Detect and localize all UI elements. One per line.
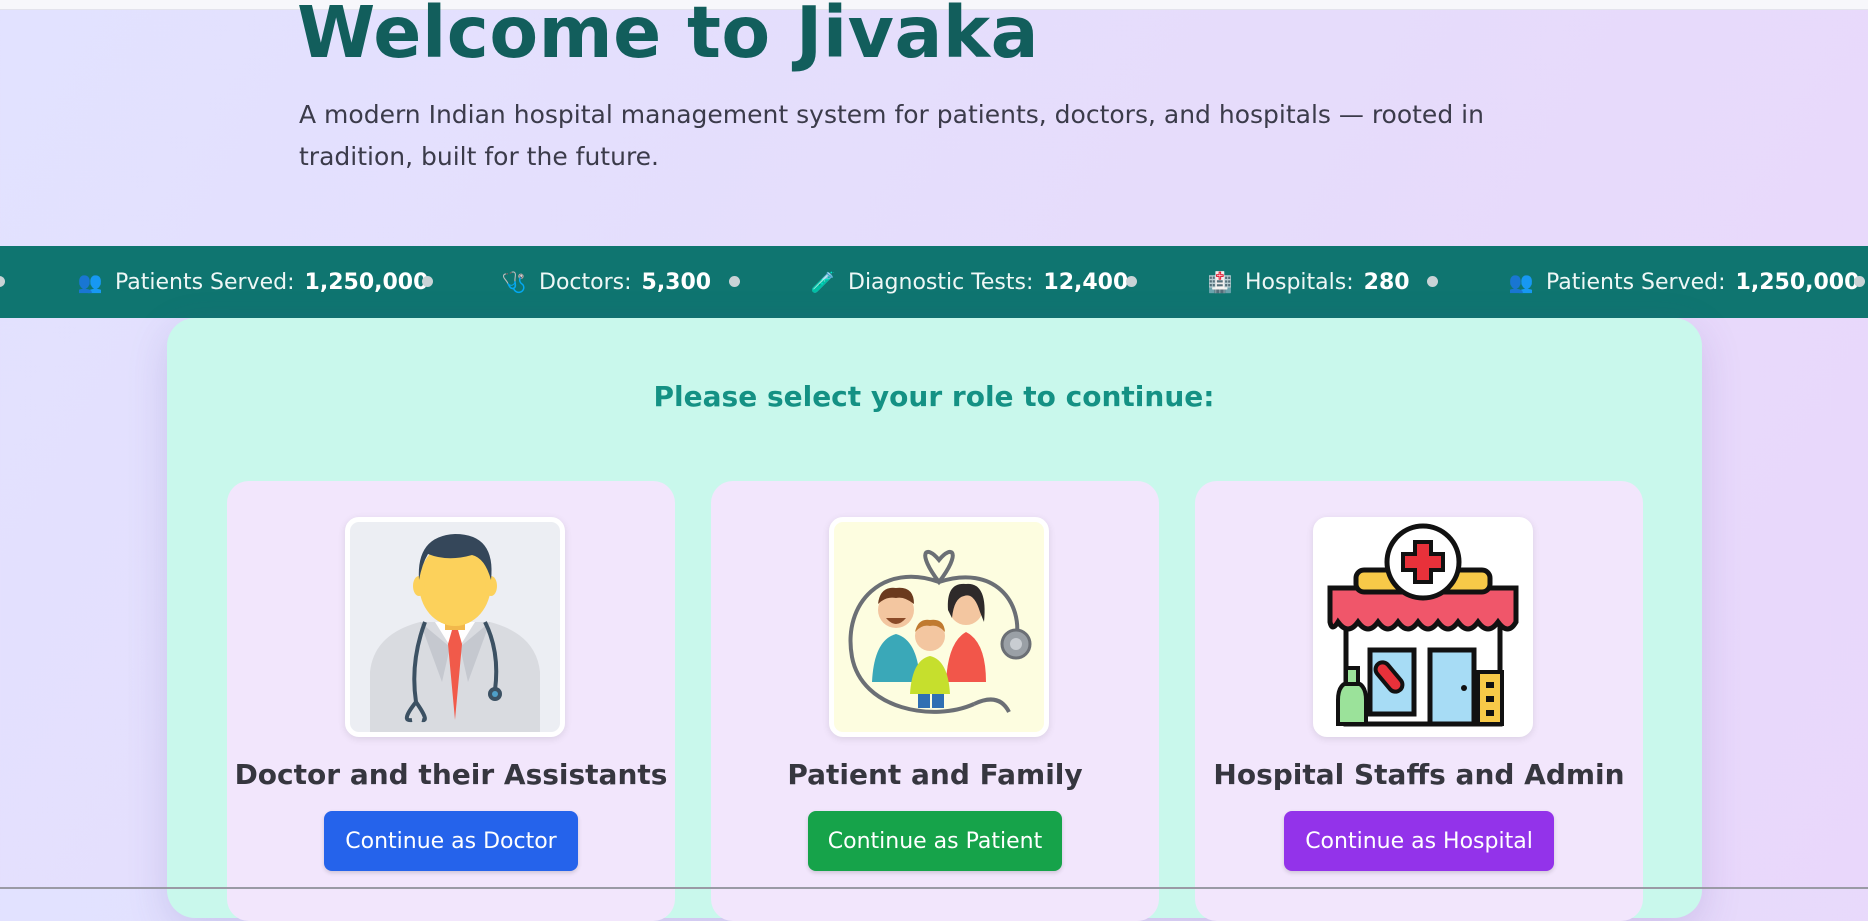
role-card-title: Doctor and their Assistants bbox=[234, 758, 668, 791]
stat-label: Hospitals: bbox=[1245, 270, 1354, 295]
stat-value: 12,400 bbox=[1043, 270, 1129, 295]
ticker-separator-dot bbox=[0, 276, 5, 287]
stat-value: 1,250,000 bbox=[1735, 270, 1860, 295]
stat-label: Doctors: bbox=[539, 270, 632, 295]
stat-label: Diagnostic Tests: bbox=[848, 270, 1034, 295]
ticker-separator-dot bbox=[729, 276, 740, 287]
stat-label: Patients Served: bbox=[115, 270, 295, 295]
stat-doctors: 🩺 Doctors: 5,300 bbox=[501, 246, 712, 318]
stethoscope-icon: 🩺 bbox=[501, 270, 527, 294]
ticker-separator-dot bbox=[1427, 276, 1438, 287]
family-illustration-icon bbox=[829, 517, 1049, 737]
role-card-title: Hospital Staffs and Admin bbox=[1213, 758, 1625, 791]
hospital-icon: 🏥 bbox=[1207, 270, 1233, 294]
role-card-doctor: Doctor and their Assistants Continue as … bbox=[227, 481, 675, 921]
test-tube-icon: 🧪 bbox=[810, 270, 836, 294]
stat-value: 1,250,000 bbox=[304, 270, 429, 295]
stat-value: 5,300 bbox=[641, 270, 712, 295]
ticker-separator-dot bbox=[422, 276, 433, 287]
role-card-patient: Patient and Family Continue as Patient bbox=[711, 481, 1159, 921]
ticker-separator-dot bbox=[1854, 276, 1865, 287]
page-title: Welcome to Jivaka bbox=[297, 0, 1040, 74]
people-icon: 👥 bbox=[1508, 270, 1534, 294]
continue-as-hospital-button[interactable]: Continue as Hospital bbox=[1284, 811, 1554, 871]
page-subtitle: A modern Indian hospital management syst… bbox=[299, 100, 1484, 171]
stats-ticker: 👥 Patients Served: 1,250,000 🩺 Doctors: 5,30… bbox=[0, 246, 1868, 318]
hospital-building-icon bbox=[1313, 517, 1533, 737]
role-card-title: Patient and Family bbox=[787, 758, 1083, 791]
stat-hospitals: 🏥 Hospitals: 280 bbox=[1207, 246, 1410, 318]
role-selection-heading: Please select your role to continue: bbox=[653, 380, 1215, 413]
stat-label: Patients Served: bbox=[1546, 270, 1726, 295]
role-card-hospital: Hospital Staffs and Admin Continue as Ho… bbox=[1195, 481, 1643, 921]
people-icon: 👥 bbox=[77, 270, 103, 294]
stat-patients-served-repeat: 👥 Patients Served: 1,250,000 bbox=[1508, 246, 1860, 318]
stat-patients-served: 👥 Patients Served: 1,250,000 bbox=[77, 246, 429, 318]
ticker-separator-dot bbox=[1126, 276, 1137, 287]
stat-value: 280 bbox=[1363, 270, 1410, 295]
doctor-illustration-icon bbox=[345, 517, 565, 737]
continue-as-patient-button[interactable]: Continue as Patient bbox=[808, 811, 1062, 871]
continue-as-doctor-button[interactable]: Continue as Doctor bbox=[324, 811, 578, 871]
stat-diagnostic-tests: 🧪 Diagnostic Tests: 12,400 bbox=[810, 246, 1129, 318]
